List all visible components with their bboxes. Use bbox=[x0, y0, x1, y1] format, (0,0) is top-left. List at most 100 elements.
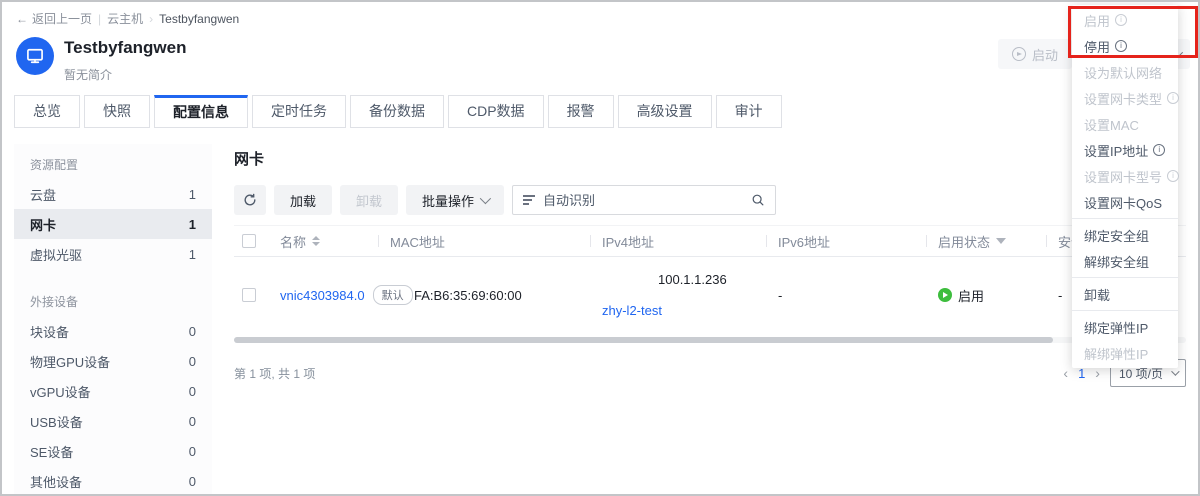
search-box[interactable] bbox=[512, 185, 776, 215]
tab-备份数据[interactable]: 备份数据 bbox=[350, 95, 444, 128]
prev-page-button[interactable]: ‹ bbox=[1063, 366, 1068, 380]
security-value: - bbox=[1058, 288, 1062, 303]
refresh-icon bbox=[243, 193, 257, 207]
menu-divider bbox=[1072, 310, 1178, 311]
menu-item-卸载[interactable]: 卸载 bbox=[1072, 281, 1178, 307]
content: 资源配置云盘1网卡1虚拟光驱1外接设备块设备0物理GPU设备0vGPU设备0US… bbox=[2, 128, 1198, 496]
sidebar-item-count: 0 bbox=[189, 384, 196, 399]
filter-funnel-icon[interactable] bbox=[996, 238, 1006, 244]
search-icon bbox=[751, 193, 765, 207]
menu-item-停用[interactable]: 停用i bbox=[1072, 33, 1178, 59]
column-header-启用状态[interactable]: 启用状态 bbox=[926, 232, 1046, 251]
tab-审计[interactable]: 审计 bbox=[716, 95, 782, 128]
start-button[interactable]: 启动 bbox=[998, 39, 1072, 69]
tab-CDP数据[interactable]: CDP数据 bbox=[448, 95, 544, 128]
info-icon: i bbox=[1115, 40, 1127, 52]
sidebar-item-网卡[interactable]: 网卡 1 bbox=[14, 209, 212, 239]
search-input[interactable] bbox=[543, 193, 743, 208]
sort-icon[interactable] bbox=[312, 236, 320, 246]
menu-item-绑定弹性IP[interactable]: 绑定弹性IP bbox=[1072, 314, 1178, 340]
scrollbar-thumb[interactable] bbox=[234, 337, 1053, 343]
unload-button[interactable]: 卸载 bbox=[340, 185, 398, 215]
network-link[interactable]: zhy-l2-test bbox=[602, 303, 662, 318]
menu-item-label: 启用 bbox=[1084, 11, 1110, 30]
sidebar: 资源配置云盘1网卡1虚拟光驱1外接设备块设备0物理GPU设备0vGPU设备0US… bbox=[14, 144, 212, 496]
start-icon bbox=[1012, 47, 1026, 61]
unload-label: 卸载 bbox=[356, 191, 382, 210]
breadcrumb-current: Testbyfangwen bbox=[159, 12, 239, 26]
menu-divider bbox=[1072, 277, 1178, 278]
menu-item-label: 卸载 bbox=[1084, 285, 1110, 304]
sidebar-item-SE设备[interactable]: SE设备0 bbox=[14, 436, 212, 466]
menu-item-label: 设为默认网络 bbox=[1084, 63, 1162, 82]
column-header-IPv4地址: IPv4地址 bbox=[590, 232, 766, 251]
table-row: vnic4303984.0 默认 FA:B6:35:69:60:00 100.1… bbox=[234, 257, 1186, 333]
tab-高级设置[interactable]: 高级设置 bbox=[618, 95, 712, 128]
row-checkbox[interactable] bbox=[242, 288, 256, 302]
sidebar-item-label: 网卡 bbox=[30, 215, 56, 234]
column-label: 启用状态 bbox=[938, 232, 990, 251]
sidebar-item-count: 1 bbox=[189, 187, 196, 202]
sidebar-item-count: 1 bbox=[189, 217, 196, 232]
sidebar-item-其他设备[interactable]: 其他设备0 bbox=[14, 466, 212, 496]
load-button[interactable]: 加载 bbox=[274, 185, 332, 215]
nic-table: 名称MAC地址IPv4地址IPv6地址启用状态安全 vnic4303984.0 … bbox=[234, 225, 1186, 343]
menu-item-绑定安全组[interactable]: 绑定安全组 bbox=[1072, 222, 1178, 248]
page-header: Testbyfangwen 暂无简介 启动 停止 bbox=[2, 27, 1198, 83]
tab-定时任务[interactable]: 定时任务 bbox=[252, 95, 346, 128]
menu-item-解绑安全组[interactable]: 解绑安全组 bbox=[1072, 248, 1178, 274]
tab-报警[interactable]: 报警 bbox=[548, 95, 614, 128]
info-icon: i bbox=[1167, 170, 1179, 182]
select-all-checkbox[interactable] bbox=[242, 234, 256, 248]
menu-item-label: 解绑弹性IP bbox=[1084, 344, 1148, 363]
sidebar-item-label: USB设备 bbox=[30, 412, 83, 431]
breadcrumb-section[interactable]: 云主机 bbox=[107, 10, 143, 27]
page-subtitle: 暂无简介 bbox=[64, 66, 186, 83]
refresh-button[interactable] bbox=[234, 185, 266, 215]
nic-name-link[interactable]: vnic4303984.0 bbox=[280, 288, 365, 303]
tab-总览[interactable]: 总览 bbox=[14, 95, 80, 128]
sidebar-item-label: SE设备 bbox=[30, 442, 73, 461]
sidebar-item-count: 0 bbox=[189, 474, 196, 489]
tab-配置信息[interactable]: 配置信息 bbox=[154, 95, 248, 128]
column-header-名称[interactable]: 名称 bbox=[268, 232, 378, 251]
sidebar-item-块设备[interactable]: 块设备0 bbox=[14, 316, 212, 346]
batch-actions-button[interactable]: 批量操作 bbox=[406, 185, 504, 215]
column-label: IPv4地址 bbox=[602, 232, 654, 251]
status-enabled-icon bbox=[938, 288, 952, 302]
sidebar-item-虚拟光驱[interactable]: 虚拟光驱1 bbox=[14, 239, 212, 269]
horizontal-scrollbar[interactable] bbox=[234, 337, 1186, 343]
main-panel: 网卡 加载 卸载 批量操作 bbox=[234, 144, 1186, 387]
tab-快照[interactable]: 快照 bbox=[84, 95, 150, 128]
actions-dropdown-menu: 启用i停用i设为默认网络设置网卡类型i设置MAC设置IP地址i设置网卡型号i设置… bbox=[1072, 5, 1178, 368]
sidebar-item-USB设备[interactable]: USB设备0 bbox=[14, 406, 212, 436]
breadcrumb: ← 返回上一页 | 云主机 › Testbyfangwen bbox=[2, 2, 1198, 27]
menu-divider bbox=[1072, 218, 1178, 219]
sidebar-section-title: 外接设备 bbox=[14, 281, 212, 316]
toolbar: 加载 卸载 批量操作 bbox=[234, 185, 1186, 215]
menu-item-设置IP地址[interactable]: 设置IP地址i bbox=[1072, 137, 1178, 163]
next-page-button[interactable]: › bbox=[1095, 366, 1100, 380]
breadcrumb-chevron: › bbox=[149, 12, 153, 26]
chevron-down-icon bbox=[1171, 367, 1179, 375]
column-header-MAC地址: MAC地址 bbox=[378, 232, 590, 251]
tab-bar: 总览快照配置信息定时任务备份数据CDP数据报警高级设置审计 bbox=[2, 95, 1198, 128]
filter-lines-icon bbox=[523, 195, 535, 205]
menu-item-设置网卡QoS[interactable]: 设置网卡QoS bbox=[1072, 189, 1178, 215]
ipv4-value: 100.1.1.236 bbox=[658, 272, 727, 287]
sidebar-item-物理GPU设备[interactable]: 物理GPU设备0 bbox=[14, 346, 212, 376]
load-label: 加载 bbox=[290, 191, 316, 210]
start-label: 启动 bbox=[1032, 45, 1058, 64]
sidebar-item-count: 0 bbox=[189, 324, 196, 339]
back-link[interactable]: ← 返回上一页 bbox=[16, 10, 92, 27]
back-label: 返回上一页 bbox=[32, 10, 92, 27]
menu-item-label: 绑定安全组 bbox=[1084, 226, 1149, 245]
table-header: 名称MAC地址IPv4地址IPv6地址启用状态安全 bbox=[234, 225, 1186, 257]
menu-item-label: 设置IP地址 bbox=[1084, 141, 1148, 160]
menu-item-解绑弹性IP: 解绑弹性IP bbox=[1072, 340, 1178, 366]
sidebar-item-vGPU设备[interactable]: vGPU设备0 bbox=[14, 376, 212, 406]
menu-item-label: 设置MAC bbox=[1084, 115, 1139, 134]
sidebar-item-云盘[interactable]: 云盘1 bbox=[14, 179, 212, 209]
ipv6-value: - bbox=[778, 288, 782, 303]
batch-actions-label: 批量操作 bbox=[422, 191, 474, 210]
